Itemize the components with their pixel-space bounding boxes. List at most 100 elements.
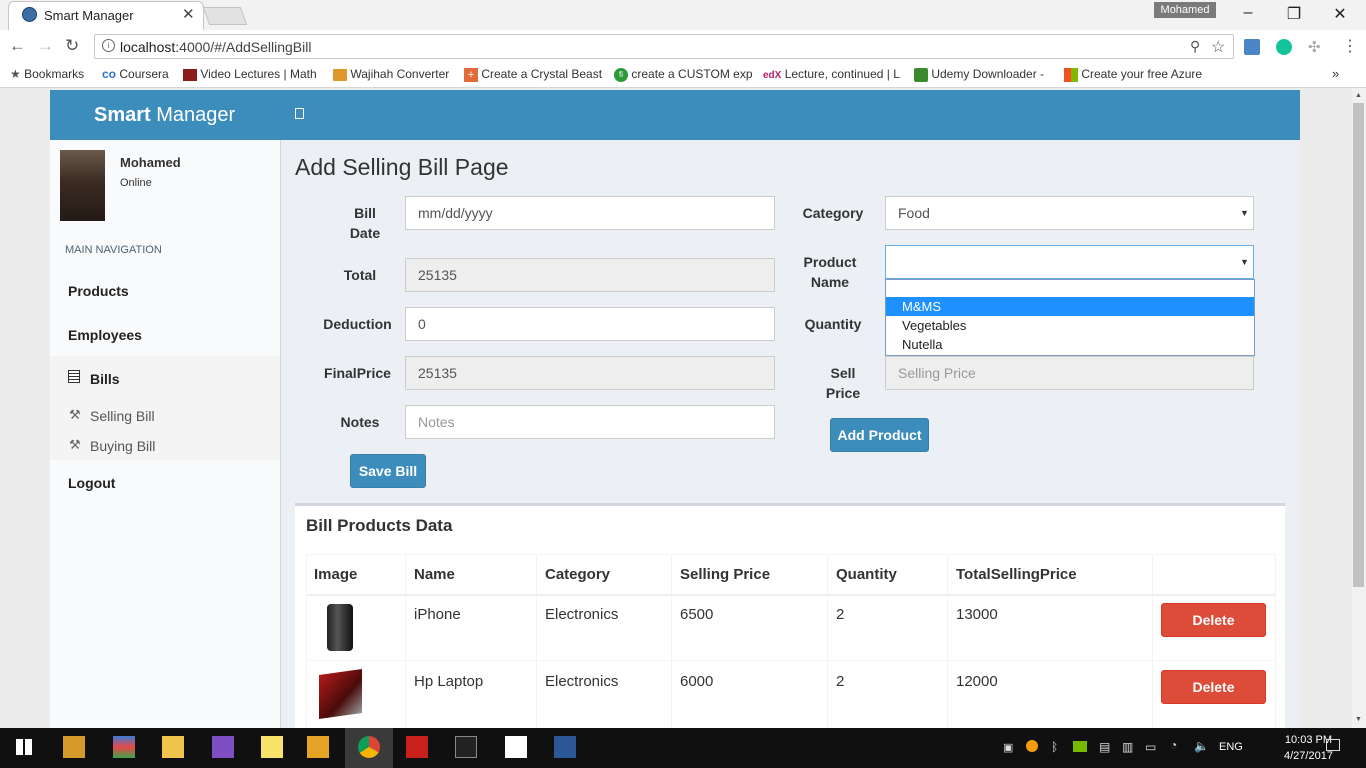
chrome-icon[interactable] [358, 736, 380, 758]
restore-icon[interactable]: ❐ [1284, 4, 1304, 24]
delete-button[interactable]: Delete [1161, 670, 1266, 704]
bookmark-azure[interactable]: Create your free Azure [1064, 67, 1202, 82]
coursera-icon: co [102, 67, 117, 81]
nav-header: MAIN NAVIGATION [65, 244, 162, 256]
extension-puzzle-icon[interactable]: ✣ [1308, 38, 1321, 56]
bill-date-label: Bill Date [349, 205, 381, 241]
deduction-label: Deduction [323, 316, 392, 332]
tray-icon[interactable]: ▣ [1003, 741, 1013, 754]
mongodb-icon[interactable] [505, 736, 527, 758]
table-divider [827, 554, 828, 728]
bookmark-coursera[interactable]: co Coursera [102, 67, 169, 81]
menu-icon[interactable]: ⋮ [1342, 36, 1358, 56]
total-field: 25135 [405, 258, 775, 292]
bookmark-lecture[interactable]: edX Lecture, continued | L [763, 67, 900, 81]
app-favicon-icon [22, 7, 37, 22]
forward-icon[interactable]: → [37, 36, 54, 56]
add-product-button[interactable]: Add Product [830, 418, 929, 452]
bookmark-custom-exp[interactable]: fi create a CUSTOM exp [614, 67, 753, 82]
reload-icon[interactable]: ↻ [65, 36, 79, 56]
new-tab-button[interactable] [202, 7, 248, 25]
scroll-up-icon[interactable]: ▲ [1355, 92, 1362, 99]
sidebar-item-products[interactable]: Products [68, 283, 129, 299]
terminal-icon[interactable] [455, 736, 477, 758]
sidebar-toggle-icon[interactable] [295, 108, 304, 119]
media-player-icon[interactable] [307, 736, 329, 758]
info-icon[interactable]: i [102, 39, 115, 52]
delete-button[interactable]: Delete [1161, 603, 1266, 637]
windows-start-icon[interactable] [16, 739, 32, 755]
close-tab-icon[interactable]: ✕ [182, 5, 195, 23]
bookmark-video-lectures[interactable]: Video Lectures | Math [183, 67, 317, 81]
visual-studio-icon[interactable] [212, 736, 234, 758]
total-label: Total [343, 267, 377, 283]
word-icon[interactable] [554, 736, 576, 758]
sidebar-item-bills[interactable]: Bills [90, 371, 120, 387]
bookmark-bookmarks[interactable]: ★ Bookmarks [10, 67, 84, 81]
final-price-label: FinalPrice [324, 365, 391, 381]
sidebar-item-logout[interactable]: Logout [68, 475, 115, 491]
back-icon[interactable]: ← [9, 36, 26, 56]
notifications-icon[interactable] [1326, 739, 1340, 751]
key-icon[interactable]: ⚲ [1190, 38, 1200, 55]
save-bill-button[interactable]: Save Bill [350, 454, 426, 488]
bookmark-crystal-beast[interactable]: + Create a Crystal Beast [464, 67, 602, 82]
chevron-down-icon: ▼ [1240, 208, 1249, 218]
column-header: Category [545, 566, 611, 583]
table-cell-total: 12000 [956, 673, 998, 690]
bill-date-input[interactable]: mm/dd/yyyy [405, 196, 775, 230]
tray-icon[interactable]: ▥ [1122, 740, 1133, 754]
deduction-input[interactable]: 0 [405, 307, 775, 341]
profile-button[interactable]: Mohamed [1154, 2, 1216, 18]
sublime-text-icon[interactable] [63, 736, 85, 758]
app-brand[interactable]: Smart Manager [94, 104, 235, 127]
table-cell-name: Hp Laptop [414, 673, 484, 690]
more-bookmarks-icon[interactable]: » [1332, 66, 1339, 81]
udemy-icon [914, 67, 928, 82]
product-option[interactable]: M&MS [886, 297, 1254, 316]
url-text[interactable]: localhost:4000/#/AddSellingBill [120, 39, 311, 55]
scrollbar-thumb[interactable] [1353, 103, 1364, 587]
close-window-icon[interactable]: ✕ [1330, 4, 1350, 24]
notes-input[interactable]: Notes [405, 405, 775, 439]
sidebar-item-buying-bill[interactable]: Buying Bill [90, 438, 155, 454]
minimize-icon[interactable]: – [1238, 4, 1258, 22]
grammarly-icon[interactable] [1276, 39, 1292, 55]
taskbar [0, 728, 1366, 768]
bluetooth-icon[interactable]: ᛒ [1051, 740, 1058, 754]
sidebar-item-selling-bill[interactable]: Selling Bill [90, 408, 155, 424]
nvidia-icon[interactable] [1073, 741, 1087, 752]
sidebar-item-employees[interactable]: Employees [68, 327, 142, 343]
category-select[interactable]: Food [885, 196, 1254, 230]
product-name-select[interactable] [885, 245, 1254, 279]
column-header: Selling Price [680, 566, 771, 583]
table-divider [671, 554, 672, 728]
tray-icon[interactable]: ▤ [1099, 740, 1110, 754]
page-title: Add Selling Bill Page [295, 154, 509, 180]
mit-icon [183, 68, 197, 81]
table-divider [306, 554, 307, 728]
sticky-notes-icon[interactable] [261, 736, 283, 758]
bookmark-star-icon[interactable]: ☆ [1211, 37, 1225, 57]
table-divider [306, 660, 1276, 661]
category-label: Category [802, 205, 864, 221]
winrar-icon[interactable] [113, 736, 135, 758]
column-header: Quantity [836, 566, 897, 583]
scroll-down-icon[interactable]: ▼ [1355, 716, 1362, 723]
bookmark-wajihah[interactable]: Wajihah Converter [333, 67, 449, 81]
tray-avast-icon[interactable] [1026, 740, 1038, 752]
product-option[interactable]: Nutella [886, 335, 1254, 354]
product-option[interactable]: Vegetables [886, 316, 1254, 335]
battery-icon[interactable]: ▭ [1145, 740, 1156, 754]
acrobat-icon[interactable] [406, 736, 428, 758]
volume-icon[interactable]: 🔈 [1194, 739, 1209, 753]
bookmark-udemy[interactable]: Udemy Downloader - [914, 67, 1044, 82]
language-indicator[interactable]: ENG [1219, 741, 1243, 753]
table-cell-category: Electronics [545, 673, 619, 690]
wifi-icon[interactable]: ◔ [1170, 738, 1177, 752]
file-explorer-icon[interactable] [162, 736, 184, 758]
extension-icon[interactable] [1244, 39, 1260, 55]
edx-icon: edX [763, 70, 782, 81]
user-status: Online [120, 177, 152, 189]
app-header [50, 90, 1300, 140]
